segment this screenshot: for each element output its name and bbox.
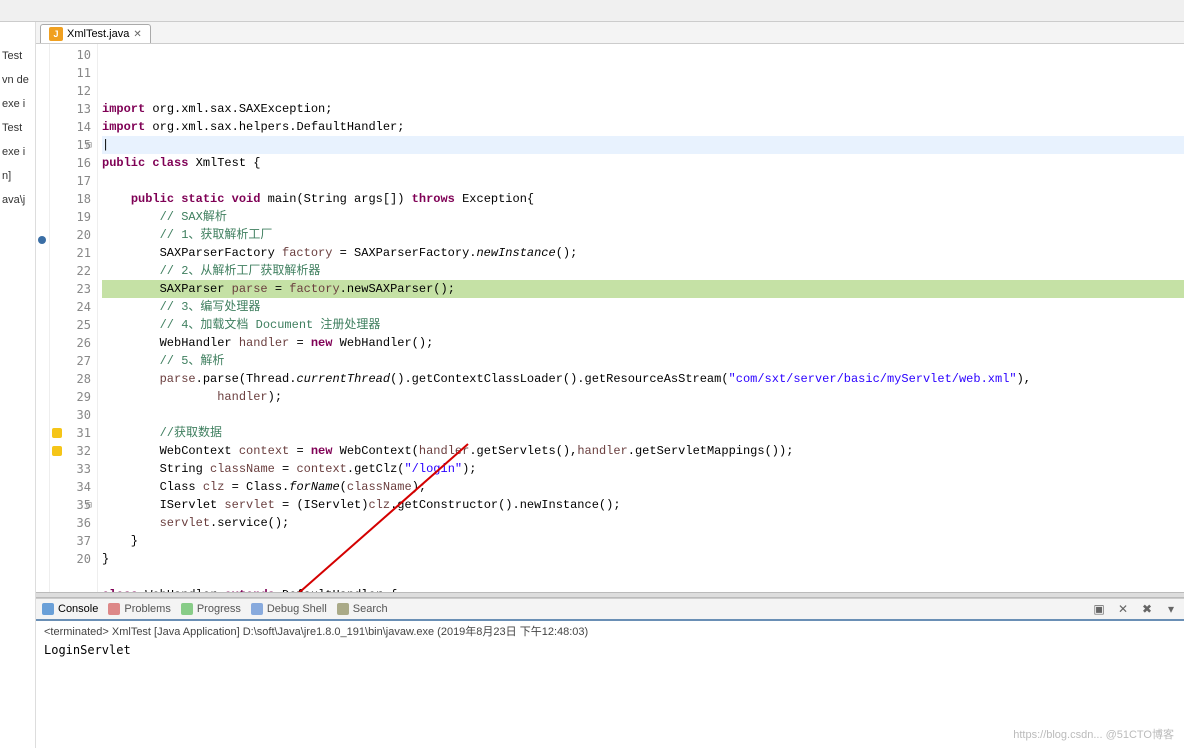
view-icon bbox=[337, 603, 349, 615]
view-icon bbox=[251, 603, 263, 615]
line-number: 17 bbox=[50, 172, 97, 190]
code-line: handler); bbox=[102, 388, 1184, 406]
sidebar-fragment: exe i bbox=[0, 146, 35, 158]
line-number: 14 bbox=[50, 118, 97, 136]
console-tab-progress[interactable]: Progress bbox=[181, 603, 241, 615]
code-content[interactable]: import org.xml.sax.SAXException;import o… bbox=[98, 44, 1184, 592]
console-panel: Console Problems Progress Debug Shell Search… bbox=[36, 598, 1184, 748]
line-number: 24 bbox=[50, 298, 97, 316]
console-tab-label: Debug Shell bbox=[267, 603, 327, 615]
line-number: 25 bbox=[50, 316, 97, 334]
code-line bbox=[102, 406, 1184, 424]
marker-strip bbox=[36, 44, 50, 592]
code-line bbox=[102, 172, 1184, 190]
view-icon bbox=[42, 603, 54, 615]
line-number: 34 bbox=[50, 478, 97, 496]
code-line: import org.xml.sax.helpers.DefaultHandle… bbox=[102, 118, 1184, 136]
line-number: 23 bbox=[50, 280, 97, 298]
code-line: servlet.service(); bbox=[102, 514, 1184, 532]
sidebar-fragment: ava\j bbox=[0, 194, 35, 206]
top-toolbar bbox=[0, 0, 1184, 22]
line-number: 37 bbox=[50, 532, 97, 550]
code-line: IServlet servlet = (IServlet)clz.getCons… bbox=[102, 496, 1184, 514]
console-output[interactable]: LoginServlet bbox=[36, 641, 1184, 748]
line-number: 31 bbox=[50, 424, 97, 442]
view-icon bbox=[181, 603, 193, 615]
code-line: // 1、获取解析工厂 bbox=[102, 226, 1184, 244]
line-number: 35 bbox=[50, 496, 97, 514]
line-number: 22 bbox=[50, 262, 97, 280]
code-line bbox=[102, 568, 1184, 586]
sidebar-fragment: exe i bbox=[0, 98, 35, 110]
line-number: 16 bbox=[50, 154, 97, 172]
sidebar-fragment: Test bbox=[0, 50, 35, 62]
console-tab-label: Search bbox=[353, 603, 388, 615]
close-icon[interactable]: ✕ bbox=[133, 29, 141, 40]
code-line: public static void main(String args[]) t… bbox=[102, 190, 1184, 208]
line-number: 19 bbox=[50, 208, 97, 226]
line-number: 12 bbox=[50, 82, 97, 100]
code-line: // 4、加载文档 Document 注册处理器 bbox=[102, 316, 1184, 334]
line-number: 33 bbox=[50, 460, 97, 478]
code-line: // 3、编写处理器 bbox=[102, 298, 1184, 316]
code-line: } bbox=[102, 550, 1184, 568]
line-number: 20 bbox=[50, 226, 97, 244]
line-number: 30 bbox=[50, 406, 97, 424]
editor-tab-bar: J XmlTest.java ✕ bbox=[36, 22, 1184, 44]
console-tab-label: Console bbox=[58, 603, 98, 615]
code-line: String className = context.getClz("/logi… bbox=[102, 460, 1184, 478]
breakpoint-marker[interactable] bbox=[38, 236, 46, 244]
menu-icon[interactable]: ▾ bbox=[1164, 602, 1178, 616]
line-number: 20 bbox=[50, 550, 97, 568]
editor-tab[interactable]: J XmlTest.java ✕ bbox=[40, 24, 151, 43]
code-line: //获取数据 bbox=[102, 424, 1184, 442]
remove-all-terminated-icon[interactable]: ✖ bbox=[1140, 602, 1154, 616]
code-line: import org.xml.sax.SAXException; bbox=[102, 100, 1184, 118]
code-line: // 2、从解析工厂获取解析器 bbox=[102, 262, 1184, 280]
view-icon bbox=[108, 603, 120, 615]
console-process-header: <terminated> XmlTest [Java Application] … bbox=[36, 621, 1184, 641]
left-sidebar: Test vn de exe i Test exe i n] ava\j bbox=[0, 22, 36, 748]
tab-filename: XmlTest.java bbox=[67, 28, 129, 40]
code-editor[interactable]: 1011121314151617181920212223242526272829… bbox=[36, 44, 1184, 592]
console-tab-search[interactable]: Search bbox=[337, 603, 388, 615]
line-number: 21 bbox=[50, 244, 97, 262]
code-line: public class XmlTest { bbox=[102, 154, 1184, 172]
line-number: 10 bbox=[50, 46, 97, 64]
line-number: 11 bbox=[50, 64, 97, 82]
code-line: } bbox=[102, 532, 1184, 550]
code-line: Class clz = Class.forName(className); bbox=[102, 478, 1184, 496]
line-number: 18 bbox=[50, 190, 97, 208]
code-line: WebContext context = new WebContext(hand… bbox=[102, 442, 1184, 460]
sidebar-fragment: vn de bbox=[0, 74, 35, 86]
line-number: 36 bbox=[50, 514, 97, 532]
console-tab-problems[interactable]: Problems bbox=[108, 603, 170, 615]
code-line: SAXParser parse = factory.newSAXParser()… bbox=[102, 280, 1184, 298]
line-number: 28 bbox=[50, 370, 97, 388]
code-line: class WebHandler extends DefaultHandler … bbox=[102, 586, 1184, 592]
console-tab-console[interactable]: Console bbox=[42, 603, 98, 615]
line-number-gutter: 1011121314151617181920212223242526272829… bbox=[50, 44, 98, 592]
code-line: | bbox=[102, 136, 1184, 154]
line-number: 27 bbox=[50, 352, 97, 370]
console-tab-label: Problems bbox=[124, 603, 170, 615]
code-line: SAXParserFactory factory = SAXParserFact… bbox=[102, 244, 1184, 262]
code-line: parse.parse(Thread.currentThread().getCo… bbox=[102, 370, 1184, 388]
console-view-tabs: Console Problems Progress Debug Shell Search… bbox=[36, 599, 1184, 621]
code-line: WebHandler handler = new WebHandler(); bbox=[102, 334, 1184, 352]
line-number: 32 bbox=[50, 442, 97, 460]
console-tab-label: Progress bbox=[197, 603, 241, 615]
line-number: 13 bbox=[50, 100, 97, 118]
line-number: 26 bbox=[50, 334, 97, 352]
pin-icon[interactable]: ▣ bbox=[1092, 602, 1106, 616]
code-line: // SAX解析 bbox=[102, 208, 1184, 226]
sidebar-fragment: n] bbox=[0, 170, 35, 182]
close-icon[interactable]: ✕ bbox=[1116, 602, 1130, 616]
sidebar-fragment: Test bbox=[0, 122, 35, 134]
line-number: 15 bbox=[50, 136, 97, 154]
line-number: 29 bbox=[50, 388, 97, 406]
code-line: // 5、解析 bbox=[102, 352, 1184, 370]
java-file-icon: J bbox=[49, 27, 63, 41]
console-tab-debug-shell[interactable]: Debug Shell bbox=[251, 603, 327, 615]
